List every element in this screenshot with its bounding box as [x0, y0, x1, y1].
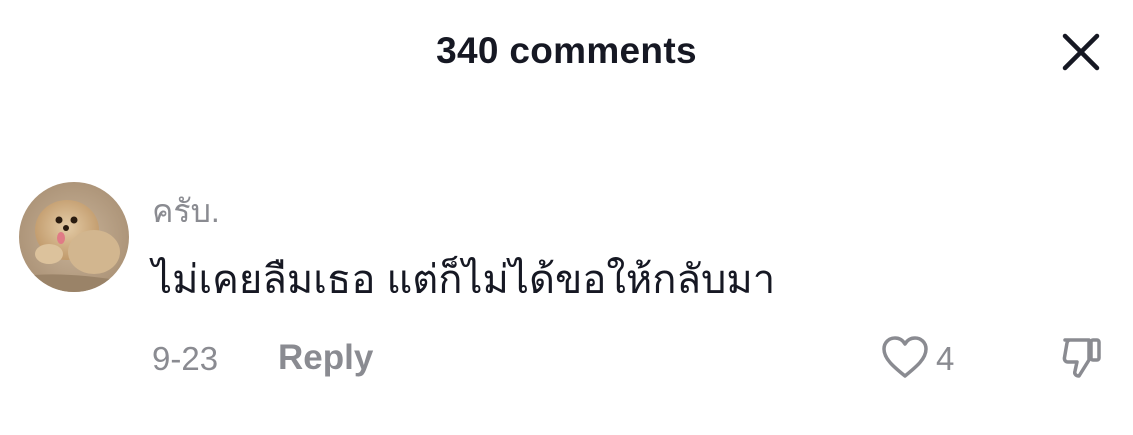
heart-outline-icon — [880, 334, 930, 385]
thumbs-down-outline-icon — [1059, 334, 1105, 385]
comment-date: 9-23 — [152, 340, 219, 377]
comment-username[interactable]: ครับ. — [152, 193, 220, 229]
close-icon — [1061, 32, 1101, 77]
dislike-button[interactable] — [1057, 334, 1107, 384]
comment-text: ไม่เคยลืมเธอ แต่ก็ไม่ได้ขอให้กลับมา — [152, 258, 776, 302]
comments-count-title: 340 comments — [436, 30, 697, 71]
avatar[interactable] — [19, 182, 129, 292]
like-button[interactable]: 4 — [880, 334, 954, 384]
reply-button[interactable]: Reply — [278, 338, 373, 378]
like-count: 4 — [936, 340, 955, 377]
close-button[interactable] — [1057, 30, 1105, 78]
